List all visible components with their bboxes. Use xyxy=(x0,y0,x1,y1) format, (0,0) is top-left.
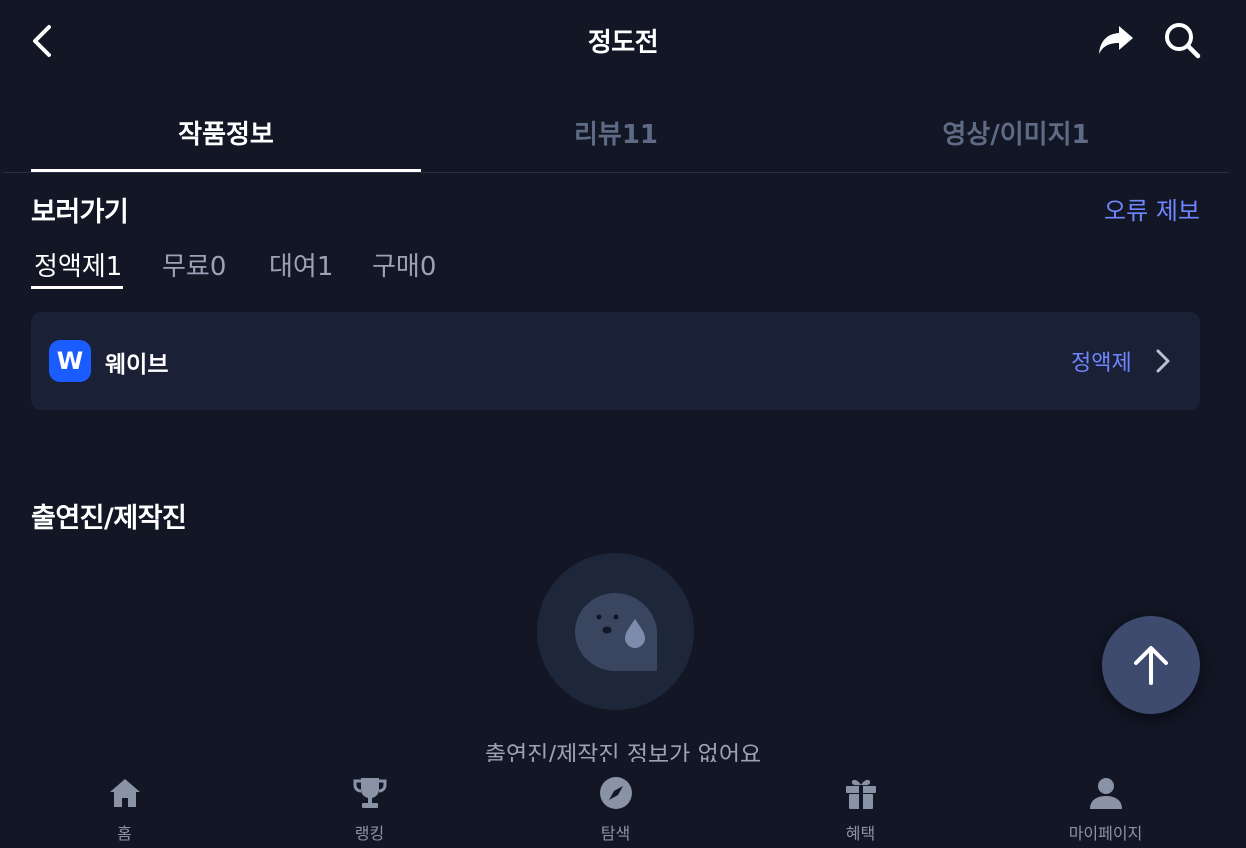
tab-media[interactable]: 영상/이미지1 xyxy=(811,114,1221,170)
share-button[interactable] xyxy=(1094,20,1138,60)
page-title: 정도전 xyxy=(587,28,659,58)
arrow-up-icon xyxy=(1134,646,1168,685)
active-tab-indicator xyxy=(31,169,421,172)
tab-info[interactable]: 작품정보 xyxy=(31,114,421,170)
wavve-logo: W xyxy=(49,340,91,382)
chevron-right-icon xyxy=(1156,349,1170,373)
tab-reviews[interactable]: 리뷰11 xyxy=(421,114,811,170)
nav-item-home[interactable]: 홈 xyxy=(0,762,249,848)
nav-item-mypage[interactable]: 마이페이지 xyxy=(981,762,1230,848)
trophy-icon xyxy=(353,778,387,808)
nav-item-explore[interactable]: 탐색 xyxy=(491,762,740,848)
search-icon xyxy=(1165,23,1201,59)
active-subtab-indicator xyxy=(31,286,123,289)
nav-item-benefits[interactable]: 혜택 xyxy=(736,762,985,848)
nav-label: 탐색 xyxy=(600,824,631,843)
user-icon xyxy=(1090,778,1122,809)
wavve-logo-letter: W xyxy=(56,347,84,375)
subtab-free[interactable]: 무료0 xyxy=(162,246,226,283)
sad-bubble-icon xyxy=(575,593,657,671)
nav-label: 혜택 xyxy=(845,824,876,843)
share-icon xyxy=(1099,26,1133,54)
empty-state-illustration xyxy=(537,553,694,710)
platform-name: 웨이브 xyxy=(105,352,169,378)
nav-label: 홈 xyxy=(117,824,132,843)
report-error-link[interactable]: 오류 제보 xyxy=(1080,191,1200,226)
top-app-bar: 정도전 xyxy=(0,0,1246,82)
cast-section-title: 출연진/제작진 xyxy=(31,503,187,534)
subtab-purchase[interactable]: 구매0 xyxy=(372,246,436,283)
watch-section-title: 보러가기 xyxy=(31,197,129,228)
scroll-top-button[interactable] xyxy=(1102,616,1200,714)
gift-icon xyxy=(846,779,876,809)
nav-label: 마이페이지 xyxy=(1068,824,1143,843)
nav-item-ranking[interactable]: 랭킹 xyxy=(245,762,494,848)
subtab-rental[interactable]: 대여1 xyxy=(269,246,333,283)
subtab-subscription[interactable]: 정액제1 xyxy=(34,246,122,283)
content-tabs: 작품정보 리뷰11 영상/이미지1 xyxy=(3,100,1229,173)
search-button[interactable] xyxy=(1160,19,1204,61)
home-icon xyxy=(110,779,140,807)
platform-type: 정액제 xyxy=(1071,351,1132,376)
bottom-navigation: 홈 랭킹 탐색 혜택 마이페이지 xyxy=(0,762,1246,848)
nav-label: 랭킹 xyxy=(354,824,385,843)
platform-card-wavve[interactable]: W 웨이브 정액제 xyxy=(31,312,1200,410)
compass-icon xyxy=(600,777,632,809)
